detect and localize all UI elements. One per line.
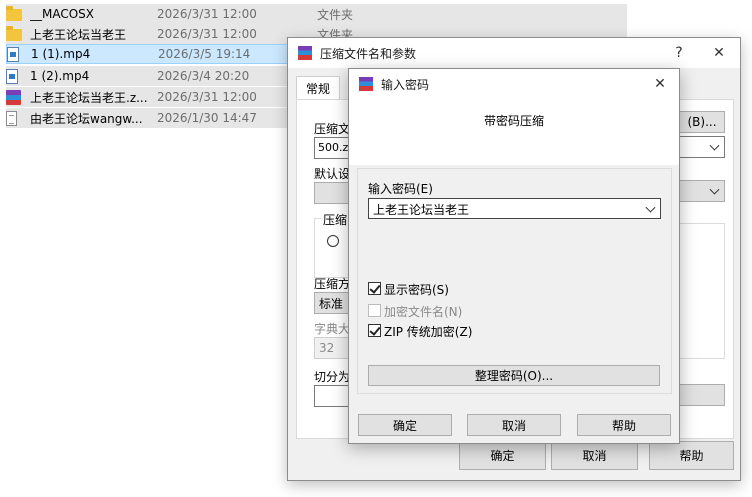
file-name: 1 (2).mp4 bbox=[30, 69, 90, 83]
profile-combo-tail[interactable] bbox=[677, 180, 725, 202]
chevron-down-icon bbox=[709, 140, 720, 151]
file-date: 2026/1/30 14:47 bbox=[157, 111, 257, 125]
file-name: 1 (1).mp4 bbox=[31, 47, 91, 61]
file-name: 上老王论坛当老王 bbox=[30, 27, 127, 42]
file-name: __MACOSX bbox=[30, 7, 95, 21]
password-dialog: 输入密码 ✕ 带密码压缩 输入密码(E) 上老王论坛当老王 显示密码(S) 加密… bbox=[348, 68, 680, 444]
zip-legacy-label[interactable]: ZIP 传统加密(Z) bbox=[384, 323, 472, 340]
archive-help-label: 帮助 bbox=[679, 449, 704, 463]
organize-passwords-label: 整理密码(O)... bbox=[474, 369, 554, 383]
file-date: 2026/3/31 12:00 bbox=[157, 7, 257, 21]
chevron-down-icon bbox=[709, 184, 720, 195]
close-icon[interactable]: ✕ bbox=[708, 43, 730, 63]
file-date: 2026/3/31 12:00 bbox=[157, 90, 257, 104]
organize-passwords-button[interactable]: 整理密码(O)... bbox=[368, 365, 660, 386]
default-profile-label: 默认设 bbox=[314, 167, 351, 181]
archive-cancel-button[interactable]: 取消 bbox=[551, 441, 638, 470]
tab-general[interactable]: 常规 bbox=[296, 76, 340, 100]
folder-icon bbox=[6, 26, 22, 41]
tab-general-label: 常规 bbox=[305, 82, 330, 96]
encrypt-names-label: 加密文件名(N) bbox=[384, 305, 463, 319]
archive-name-combo-tail[interactable] bbox=[677, 136, 725, 158]
archive-help-button[interactable]: 帮助 bbox=[649, 441, 734, 470]
file-row[interactable]: __MACOSX 2026/3/31 12:00 文件夹 bbox=[6, 4, 627, 24]
password-help-button[interactable]: 帮助 bbox=[577, 414, 671, 436]
file-name: 上老王论坛当老王.z... bbox=[30, 90, 148, 105]
password-cancel-label: 取消 bbox=[501, 418, 526, 433]
password-dialog-header: 带密码压缩 bbox=[349, 99, 679, 165]
password-help-label: 帮助 bbox=[611, 418, 636, 433]
password-dialog-titlebar[interactable]: 输入密码 ✕ bbox=[349, 69, 679, 99]
winrar-icon bbox=[298, 46, 312, 60]
archive-dialog-titlebar[interactable]: 压缩文件名和参数 ? ✕ bbox=[288, 38, 740, 68]
file-name: 由老王论坛wangw... bbox=[30, 111, 143, 126]
dict-label: 字典大 bbox=[314, 322, 351, 336]
file-date: 2026/3/31 12:00 bbox=[157, 27, 257, 41]
folder-icon bbox=[6, 6, 22, 21]
method-label: 压缩方 bbox=[314, 277, 351, 291]
password-heading: 带密码压缩 bbox=[483, 114, 544, 128]
archive-dialog-title: 压缩文件名和参数 bbox=[320, 46, 417, 61]
close-icon[interactable]: ✕ bbox=[649, 74, 671, 94]
browse-button-label: (B)... bbox=[687, 115, 717, 129]
help-icon[interactable]: ? bbox=[668, 43, 690, 63]
archive-cancel-label: 取消 bbox=[582, 449, 607, 463]
archive-ok-button[interactable]: 确定 bbox=[459, 441, 546, 470]
password-label: 输入密码(E) bbox=[368, 182, 433, 196]
video-icon bbox=[6, 68, 18, 84]
password-group: 输入密码(E) 上老王论坛当老王 显示密码(S) 加密文件名(N) ZIP 传统… bbox=[357, 168, 672, 394]
file-date: 2026/3/4 20:20 bbox=[157, 69, 250, 83]
chevron-down-icon[interactable] bbox=[645, 202, 656, 213]
password-ok-button[interactable]: 确定 bbox=[358, 414, 452, 436]
archive-name-label: 压缩文 bbox=[314, 122, 351, 136]
password-input[interactable]: 上老王论坛当老王 bbox=[368, 198, 661, 219]
browse-button[interactable]: (B)... bbox=[679, 111, 725, 133]
password-cancel-button[interactable]: 取消 bbox=[467, 414, 561, 436]
split-combo-tail[interactable] bbox=[677, 384, 725, 406]
encrypt-names-checkbox[interactable] bbox=[368, 304, 381, 317]
file-type: 文件夹 bbox=[317, 7, 354, 22]
show-password-checkbox[interactable] bbox=[368, 282, 381, 295]
zip-legacy-checkbox[interactable] bbox=[368, 324, 381, 337]
split-label: 切分为 bbox=[314, 370, 351, 384]
video-icon bbox=[7, 46, 19, 62]
winrar-icon bbox=[359, 77, 373, 91]
archive-ok-label: 确定 bbox=[490, 449, 515, 463]
txt-icon bbox=[6, 110, 17, 126]
password-dialog-title: 输入密码 bbox=[381, 77, 430, 92]
options-group-tail bbox=[677, 223, 725, 359]
password-value: 上老王论坛当老王 bbox=[373, 203, 470, 217]
format-radio[interactable] bbox=[327, 235, 339, 247]
format-group-label: 压缩 bbox=[321, 211, 350, 228]
show-password-label[interactable]: 显示密码(S) bbox=[384, 281, 449, 298]
file-date: 2026/3/5 19:14 bbox=[158, 47, 251, 61]
method-value: 标准 bbox=[319, 296, 344, 311]
rar-icon bbox=[6, 89, 21, 105]
password-ok-label: 确定 bbox=[392, 418, 417, 433]
dict-value: 32 bbox=[319, 341, 335, 355]
